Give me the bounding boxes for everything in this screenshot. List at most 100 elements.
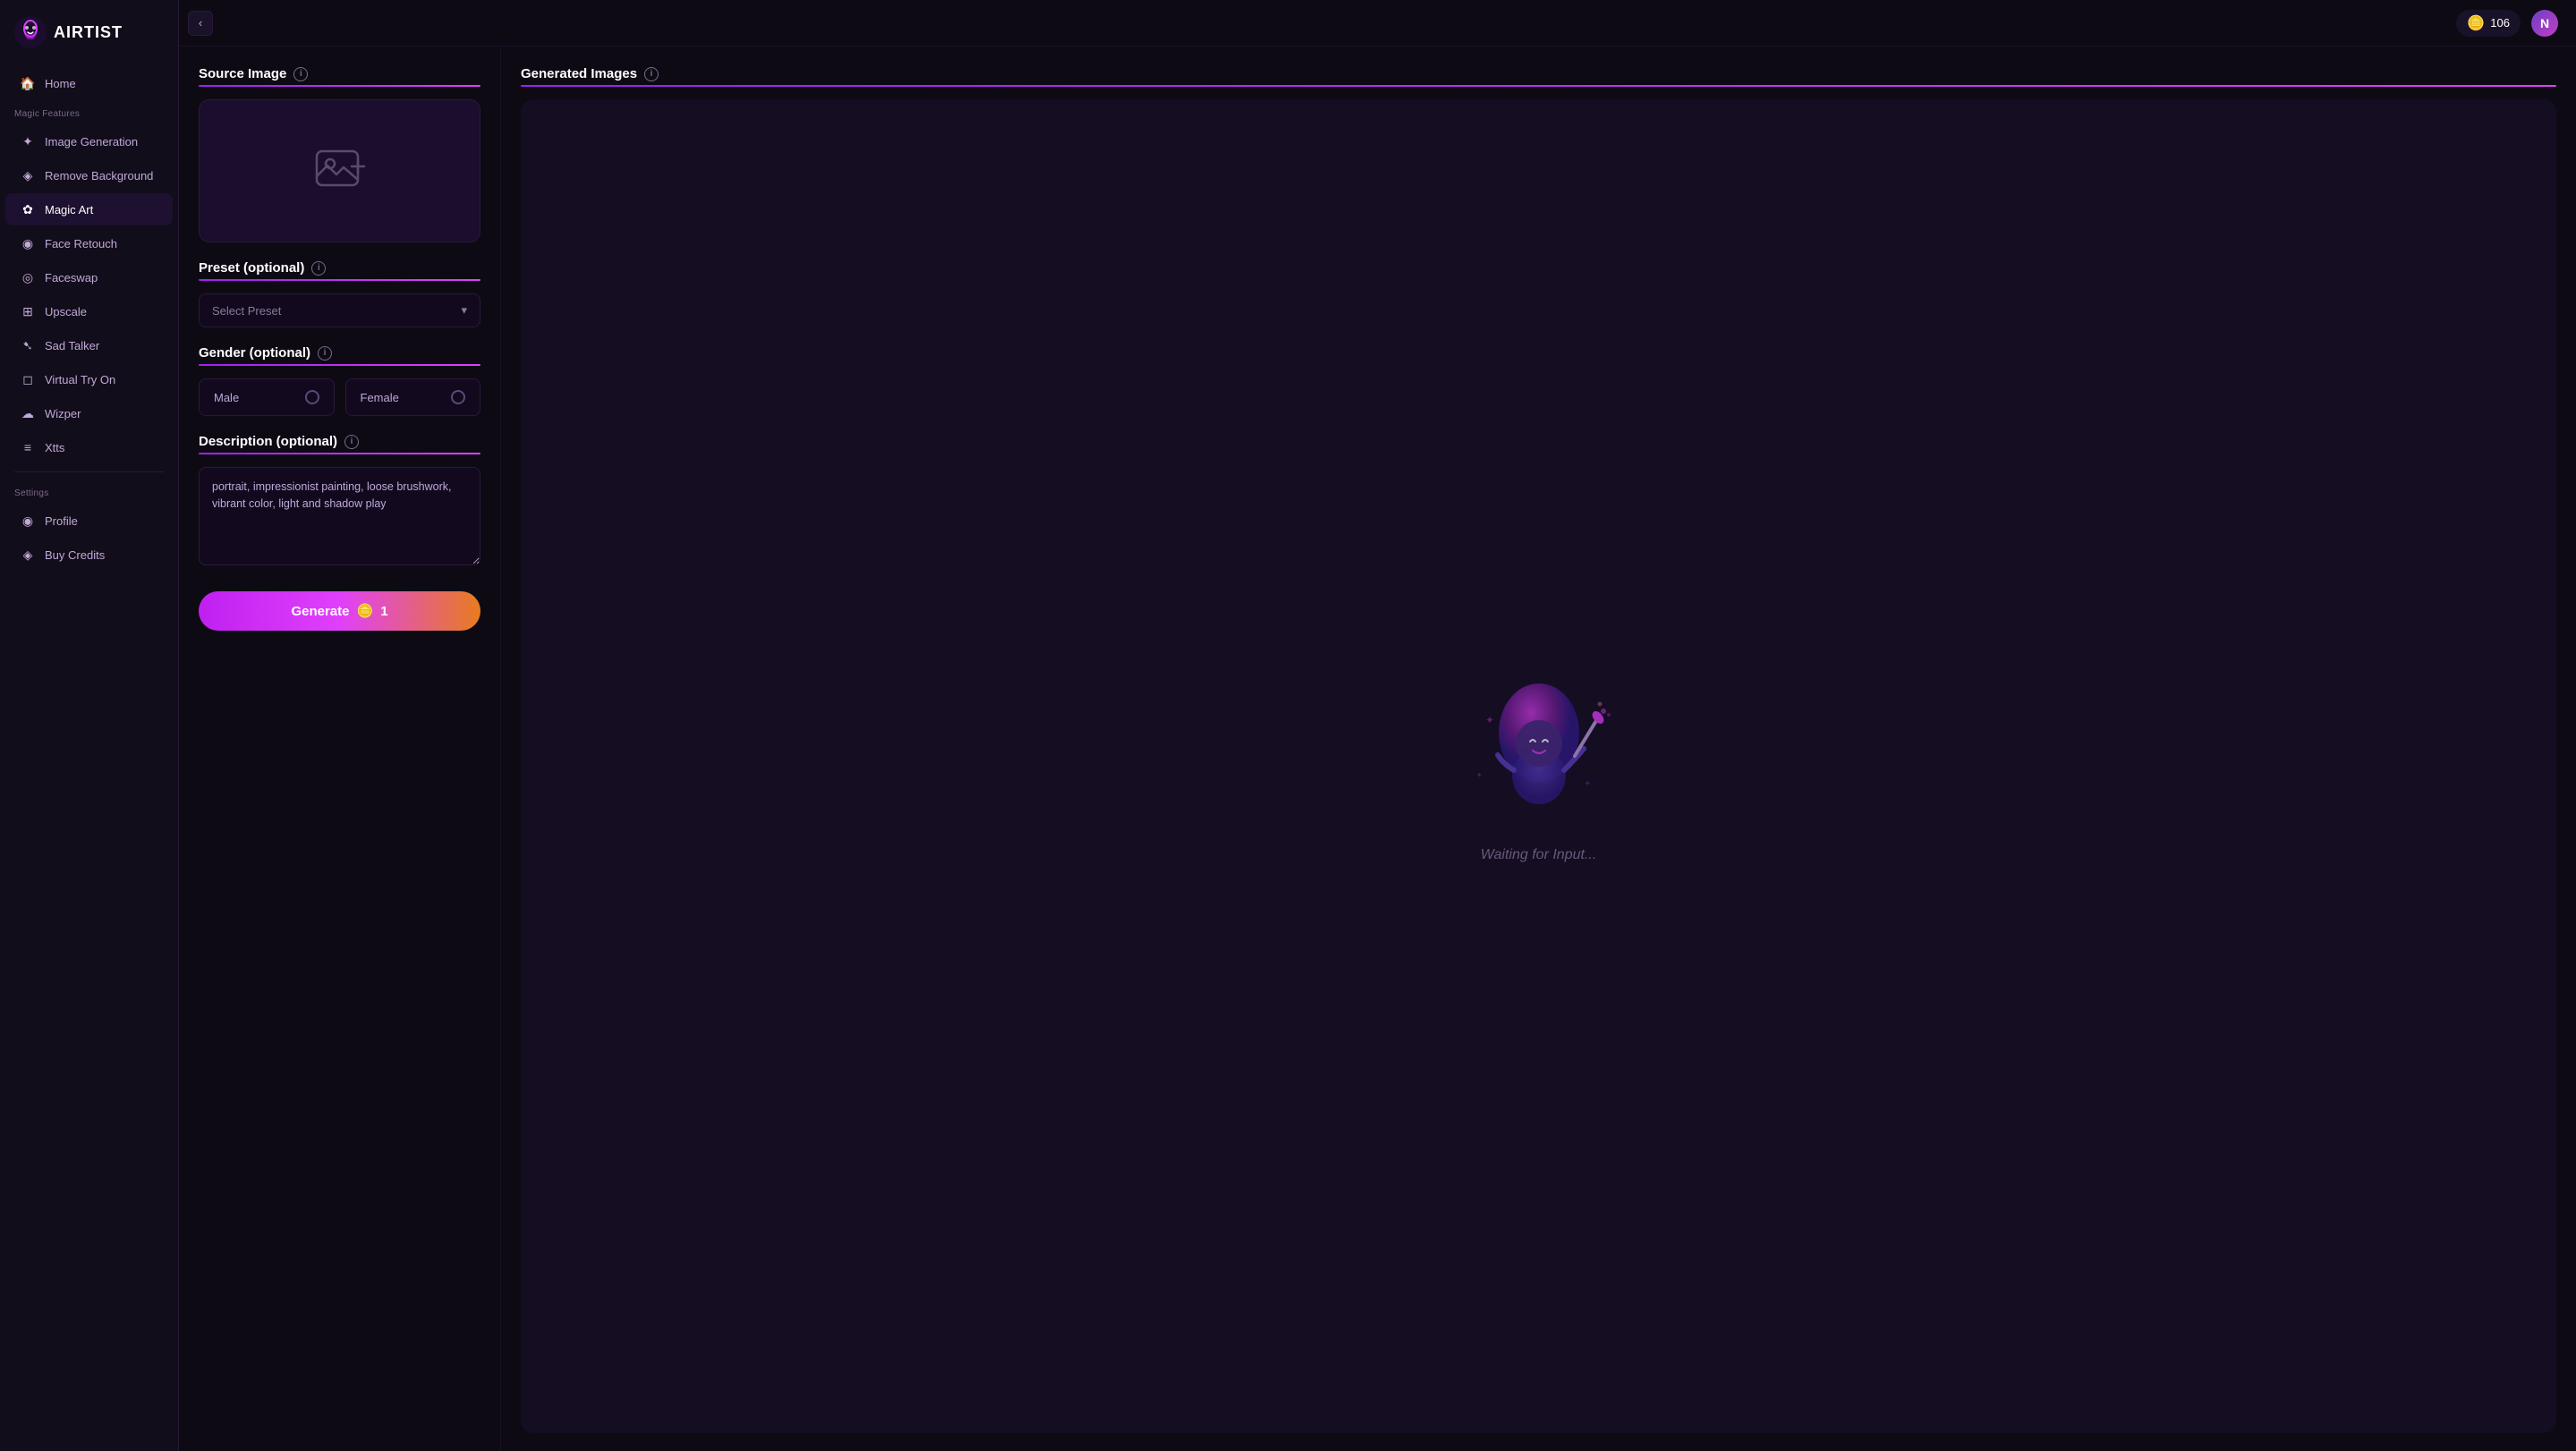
preset-title-row: Preset (optional) i — [199, 260, 480, 276]
topbar-left: ‹ — [188, 11, 213, 36]
source-image-upload-box[interactable] — [199, 99, 480, 242]
waiting-text: Waiting for Input... — [1481, 847, 1597, 863]
app-logo-icon — [14, 16, 47, 48]
sidebar-item-magic-art-label: Magic Art — [45, 203, 93, 216]
source-image-title: Source Image — [199, 66, 286, 81]
image-generation-icon: ✦ — [20, 133, 36, 149]
description-input[interactable] — [199, 467, 480, 565]
gender-male-label: Male — [214, 391, 239, 404]
sidebar-item-sad-talker[interactable]: ➷ Sad Talker — [5, 329, 173, 361]
gender-section: Gender (optional) i Male Female — [199, 345, 480, 416]
mascot-illustration: ✦ ✦ ✦ — [1458, 670, 1620, 831]
generate-btn-cost: 1 — [380, 604, 387, 619]
sad-talker-icon: ➷ — [20, 337, 36, 353]
gender-male-button[interactable]: Male — [199, 378, 335, 416]
svg-text:✦: ✦ — [1476, 771, 1483, 779]
description-title: Description (optional) — [199, 434, 337, 449]
credits-badge[interactable]: 🪙 106 — [2456, 10, 2521, 37]
generate-btn-coin-icon: 🪙 — [357, 603, 374, 619]
sidebar-item-magic-art[interactable]: ✿ Magic Art — [5, 193, 173, 225]
source-image-title-row: Source Image i — [199, 66, 480, 81]
collapse-icon: ‹ — [199, 16, 202, 30]
gender-female-radio — [451, 390, 465, 404]
user-initial: N — [2540, 16, 2549, 30]
app-logo-text: AIRTIST — [54, 23, 123, 42]
sidebar-settings-label: Settings — [0, 479, 178, 504]
sidebar-item-upscale[interactable]: ⊞ Upscale — [5, 295, 173, 327]
sidebar-logo: AIRTIST — [0, 16, 178, 66]
source-image-info-icon[interactable]: i — [293, 67, 308, 81]
preset-underline — [199, 279, 480, 281]
topbar: ‹ 🪙 106 N — [179, 0, 2576, 47]
description-info-icon[interactable]: i — [344, 435, 359, 449]
source-image-section: Source Image i — [199, 66, 480, 242]
sidebar-item-wizper-label: Wizper — [45, 407, 81, 420]
faceswap-icon: ◎ — [20, 269, 36, 285]
description-section: Description (optional) i — [199, 434, 480, 586]
sidebar-item-home[interactable]: 🏠 Home — [5, 67, 173, 99]
preset-title: Preset (optional) — [199, 260, 304, 276]
virtual-try-on-icon: ◻ — [20, 371, 36, 387]
content-area: Source Image i — [179, 47, 2576, 1451]
waiting-mascot: ✦ ✦ ✦ Waiting for Input... — [1458, 670, 1620, 863]
sidebar-item-image-generation-label: Image Generation — [45, 135, 138, 148]
chevron-down-icon: ▾ — [461, 303, 467, 318]
sidebar-item-profile[interactable]: ◉ Profile — [5, 505, 173, 537]
generated-images-title: Generated Images — [521, 66, 637, 81]
sidebar-item-wizper[interactable]: ☁ Wizper — [5, 397, 173, 429]
gender-female-button[interactable]: Female — [345, 378, 481, 416]
gender-male-radio — [305, 390, 319, 404]
left-panel: Source Image i — [179, 47, 501, 1451]
sidebar-item-sad-talker-label: Sad Talker — [45, 339, 99, 352]
face-retouch-icon: ◉ — [20, 235, 36, 251]
upload-icon-wrap — [311, 142, 369, 199]
preset-placeholder: Select Preset — [212, 304, 281, 318]
sidebar-item-image-generation[interactable]: ✦ Image Generation — [5, 125, 173, 157]
generated-images-info-icon[interactable]: i — [644, 67, 659, 81]
source-image-underline — [199, 85, 480, 87]
topbar-right: 🪙 106 N — [2456, 10, 2558, 37]
credits-count: 106 — [2490, 16, 2510, 30]
sidebar: AIRTIST 🏠 Home Magic Features ✦ Image Ge… — [0, 0, 179, 1451]
gender-female-label: Female — [361, 391, 399, 404]
magic-art-icon: ✿ — [20, 201, 36, 217]
generated-images-title-row: Generated Images i — [521, 66, 2556, 81]
buy-credits-icon: ◈ — [20, 547, 36, 563]
svg-text:✦: ✦ — [1485, 714, 1494, 726]
sidebar-item-virtual-try-on-label: Virtual Try On — [45, 373, 115, 386]
preset-dropdown[interactable]: Select Preset ▾ — [199, 293, 480, 327]
user-avatar[interactable]: N — [2531, 10, 2558, 37]
sidebar-item-face-retouch[interactable]: ◉ Face Retouch — [5, 227, 173, 259]
gender-info-icon[interactable]: i — [318, 346, 332, 361]
sidebar-item-faceswap[interactable]: ◎ Faceswap — [5, 261, 173, 293]
profile-icon: ◉ — [20, 513, 36, 529]
sidebar-item-face-retouch-label: Face Retouch — [45, 237, 117, 250]
sidebar-item-faceswap-label: Faceswap — [45, 271, 98, 284]
wizper-icon: ☁ — [20, 405, 36, 421]
sidebar-item-remove-background[interactable]: ◈ Remove Background — [5, 159, 173, 191]
sidebar-divider — [14, 471, 164, 472]
sidebar-item-xtts[interactable]: ≡ Xtts — [5, 431, 173, 463]
right-panel: Generated Images i — [501, 47, 2576, 1451]
svg-text:✦: ✦ — [1584, 779, 1591, 789]
generate-btn-label: Generate — [291, 604, 349, 619]
sidebar-item-remove-bg-label: Remove Background — [45, 169, 153, 182]
collapse-sidebar-button[interactable]: ‹ — [188, 11, 213, 36]
description-title-row: Description (optional) i — [199, 434, 480, 449]
sidebar-item-xtts-label: Xtts — [45, 441, 64, 454]
sidebar-item-buy-credits[interactable]: ◈ Buy Credits — [5, 539, 173, 571]
gender-title-row: Gender (optional) i — [199, 345, 480, 361]
credits-coin-icon: 🪙 — [2467, 14, 2485, 32]
preset-info-icon[interactable]: i — [311, 261, 326, 276]
gender-title: Gender (optional) — [199, 345, 310, 361]
upscale-icon: ⊞ — [20, 303, 36, 319]
home-icon: 🏠 — [20, 75, 36, 91]
generated-images-box: ✦ ✦ ✦ Waiting for Input... — [521, 99, 2556, 1433]
sidebar-magic-features-label: Magic Features — [0, 100, 178, 124]
sidebar-item-upscale-label: Upscale — [45, 305, 87, 318]
sidebar-item-virtual-try-on[interactable]: ◻ Virtual Try On — [5, 363, 173, 395]
xtts-icon: ≡ — [20, 439, 36, 455]
remove-bg-icon: ◈ — [20, 167, 36, 183]
gender-row: Male Female — [199, 378, 480, 416]
generate-button[interactable]: Generate 🪙 1 — [199, 591, 480, 631]
